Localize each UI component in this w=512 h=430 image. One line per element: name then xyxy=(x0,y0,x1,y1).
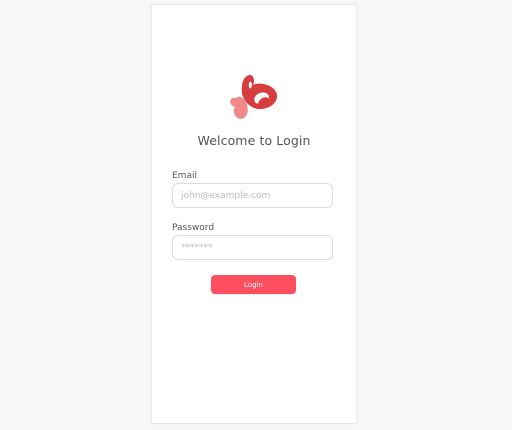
password-input[interactable] xyxy=(172,235,333,260)
email-label: Email xyxy=(172,171,197,181)
password-label: Password xyxy=(172,223,215,233)
login-button[interactable]: Login xyxy=(211,275,296,294)
butterfly-logo-icon xyxy=(226,72,282,124)
page-title: Welcome to Login xyxy=(197,133,311,148)
login-card: Welcome to Login Email Password Login xyxy=(151,4,357,424)
email-input[interactable] xyxy=(172,183,333,208)
